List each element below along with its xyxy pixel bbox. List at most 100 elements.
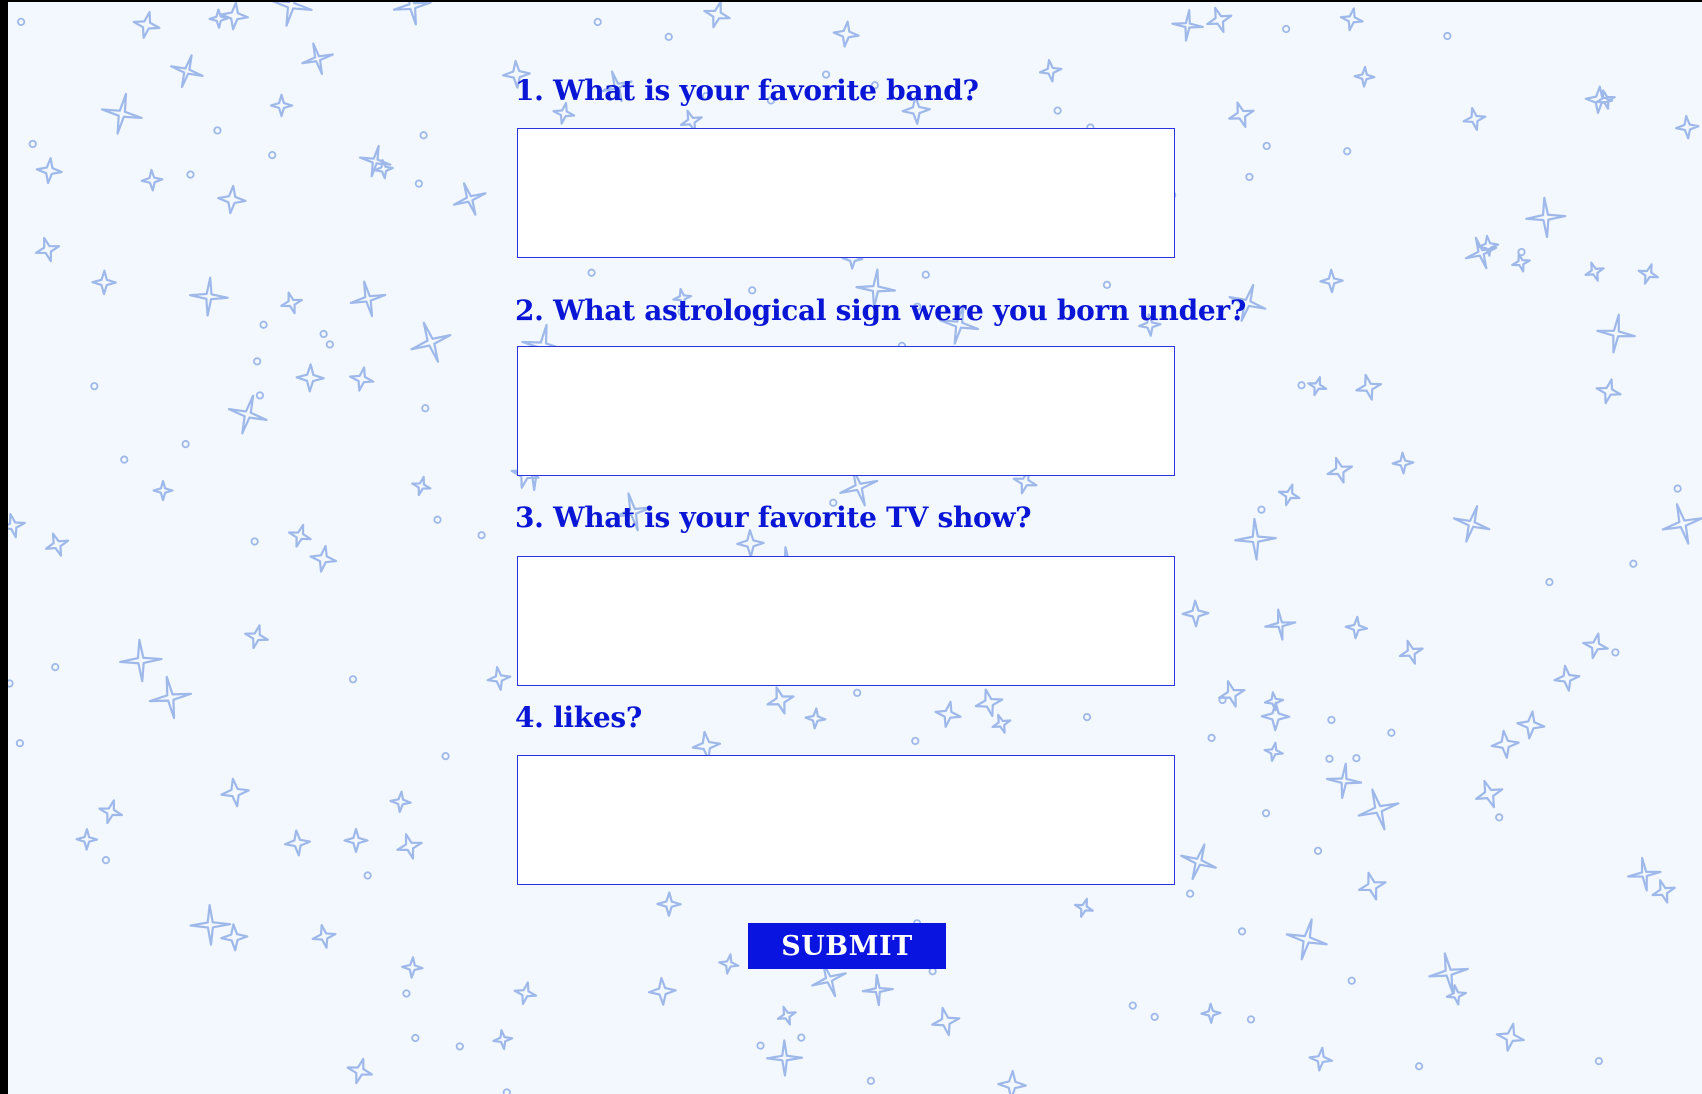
sparkle-star-icon — [703, 2, 731, 29]
sparkle-star-icon — [1325, 762, 1363, 800]
sparkle-dot-icon — [441, 751, 450, 761]
sparkle-dot-icon — [1594, 1057, 1603, 1066]
sparkle-dot-icon — [101, 856, 111, 865]
sparkle-dot-icon — [421, 404, 430, 413]
sparkle-star-icon — [311, 924, 337, 949]
sparkle-dot-icon — [1082, 713, 1092, 722]
sparkle-star-icon — [861, 973, 894, 1007]
sparkle-star-icon — [804, 707, 827, 730]
sparkle-star-icon — [410, 321, 452, 363]
sparkle-dot-icon — [16, 17, 26, 26]
sparkle-dot-icon — [1102, 280, 1112, 289]
sparkle-star-icon — [132, 11, 161, 39]
sparkle-dot-icon — [1415, 1062, 1424, 1071]
sparkle-star-icon — [208, 8, 229, 29]
sparkle-star-icon — [997, 1069, 1027, 1094]
sparkle-dot-icon — [853, 688, 862, 697]
sparkle-star-icon — [1038, 58, 1063, 83]
sparkle-star-icon — [283, 829, 312, 857]
sparkle-star-icon — [309, 544, 338, 573]
sparkle-dot-icon — [1443, 31, 1452, 41]
sparkle-star-icon — [217, 184, 247, 215]
sparkle-star-icon — [75, 828, 99, 851]
sparkle-star-icon — [269, 2, 313, 27]
sparkle-star-icon — [486, 666, 512, 691]
question-3-answer-field[interactable] — [517, 556, 1175, 686]
sparkle-dot-icon — [433, 515, 442, 524]
sparkle-star-icon — [1200, 1002, 1222, 1024]
sparkle-dot-icon — [1246, 1015, 1256, 1024]
sparkle-dot-icon — [1207, 733, 1216, 742]
sparkle-star-icon — [776, 1005, 797, 1026]
sparkle-star-icon — [1228, 101, 1255, 128]
question-1-answer-field[interactable] — [517, 128, 1175, 258]
sparkle-star-icon — [140, 168, 164, 192]
sparkle-dot-icon — [1673, 484, 1682, 493]
sparkle-star-icon — [1637, 263, 1659, 285]
sparkle-star-icon — [1344, 615, 1369, 640]
sparkle-star-icon — [513, 981, 538, 1006]
sparkle-star-icon — [35, 157, 63, 185]
sparkle-dot-icon — [411, 1033, 420, 1043]
sparkle-star-icon — [373, 158, 394, 180]
sparkle-star-icon — [647, 976, 677, 1006]
sparkle-dot-icon — [587, 268, 596, 277]
sparkle-star-icon — [1277, 483, 1301, 507]
sparkle-star-icon — [1218, 680, 1246, 708]
sparkle-star-icon — [1490, 729, 1520, 759]
sparkle-star-icon — [1553, 664, 1581, 692]
sparkle-star-icon — [8, 513, 26, 539]
sparkle-star-icon — [1651, 879, 1676, 904]
sparkle-star-icon — [1452, 505, 1491, 543]
sparkle-dot-icon — [756, 1041, 765, 1050]
sparkle-dot-icon — [414, 179, 423, 188]
sparkle-dot-icon — [1186, 889, 1195, 898]
sparkle-star-icon — [931, 1006, 961, 1037]
sparkle-star-icon — [1264, 608, 1297, 641]
question-2-answer-field[interactable] — [517, 346, 1175, 476]
sparkle-star-icon — [1357, 788, 1400, 831]
sparkle-dot-icon — [1237, 927, 1247, 936]
sparkle-star-icon — [1462, 107, 1487, 131]
sparkle-dot-icon — [593, 17, 602, 27]
sparkle-dot-icon — [1313, 846, 1323, 855]
sparkle-dot-icon — [250, 537, 259, 546]
sparkle-star-icon — [1391, 451, 1415, 475]
window-left-edge — [0, 0, 8, 1094]
sparkle-dot-icon — [1629, 559, 1638, 568]
sparkle-star-icon — [1326, 456, 1354, 484]
question-4-answer-field[interactable] — [517, 755, 1175, 885]
sparkle-star-icon — [766, 686, 795, 715]
sparkle-star-icon — [1464, 236, 1498, 270]
sparkle-star-icon — [1584, 261, 1605, 282]
sparkle-dot-icon — [866, 1076, 875, 1085]
sparkle-star-icon — [346, 1057, 374, 1085]
sparkle-dot-icon — [255, 391, 265, 400]
sparkle-dot-icon — [90, 382, 99, 391]
sparkle-dot-icon — [797, 1033, 806, 1042]
sparkle-dot-icon — [120, 455, 129, 464]
sparkle-star-icon — [1398, 639, 1424, 665]
sparkle-dot-icon — [1297, 381, 1306, 390]
sparkle-dot-icon — [477, 531, 486, 540]
sparkle-star-icon — [295, 363, 325, 393]
sparkle-dot-icon — [1245, 172, 1254, 182]
sparkle-star-icon — [287, 523, 312, 548]
sparkle-dot-icon — [911, 736, 920, 746]
sparkle-dot-icon — [259, 320, 268, 329]
sparkle-dot-icon — [1495, 813, 1504, 822]
question-3-label: 3. What is your favorite TV show? — [515, 501, 1032, 534]
sparkle-dot-icon — [1343, 147, 1352, 156]
sparkle-dot-icon — [1150, 1012, 1159, 1021]
sparkle-dot-icon — [419, 131, 428, 140]
sparkle-star-icon — [244, 624, 269, 650]
submit-button[interactable]: SUBMIT — [748, 923, 946, 969]
sparkle-dot-icon — [8, 679, 14, 688]
sparkle-dot-icon — [1282, 24, 1291, 34]
sparkle-star-icon — [98, 799, 124, 825]
sparkle-dot-icon — [1053, 106, 1062, 115]
sparkle-star-icon — [766, 1039, 804, 1077]
sparkle-star-icon — [1627, 856, 1662, 892]
sparkle-star-icon — [1234, 517, 1277, 561]
sparkle-star-icon — [1353, 65, 1376, 88]
